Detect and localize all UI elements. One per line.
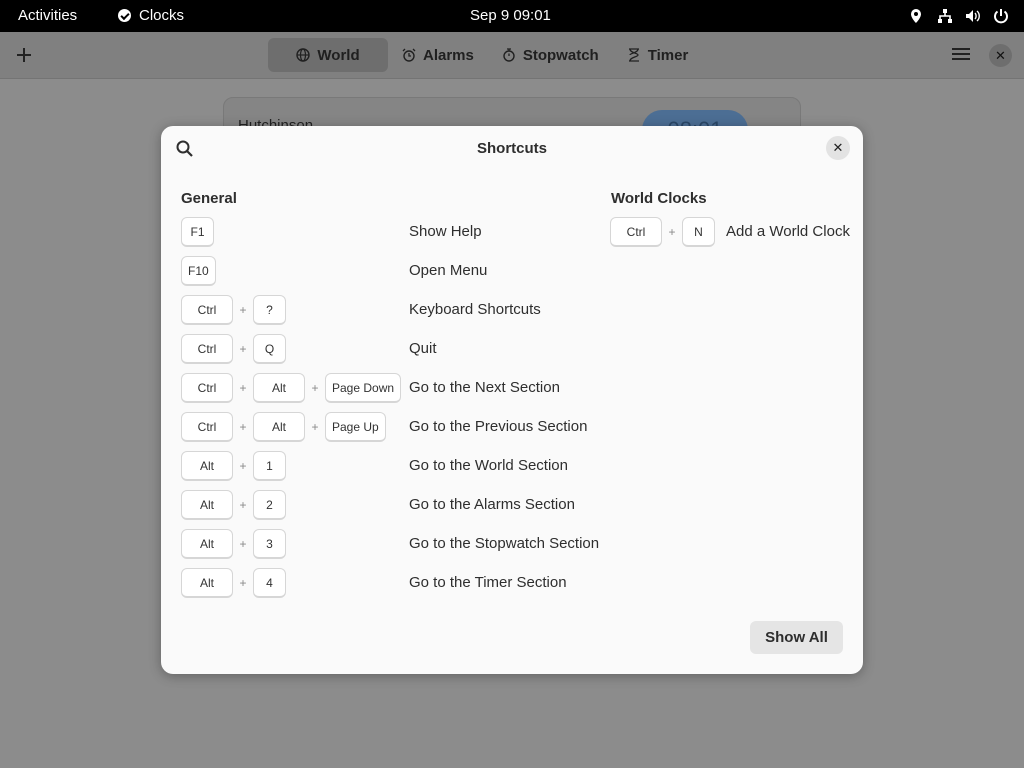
key-plus: + — [239, 303, 247, 317]
tab-timer-label: Timer — [647, 46, 689, 64]
clocks-app-icon — [118, 9, 131, 22]
tab-world-label: World — [317, 46, 360, 64]
view-switcher: World Alarms Stopwatch Timer — [268, 38, 702, 72]
keycap: 3 — [253, 529, 286, 559]
keycap: Alt — [181, 451, 233, 481]
section-general-title: General — [181, 190, 237, 207]
keycap: Ctrl — [181, 412, 233, 442]
tab-world[interactable]: World — [268, 38, 388, 72]
app-header: World Alarms Stopwatch Timer ✕ — [0, 32, 1024, 79]
show-all-button[interactable]: Show All — [750, 621, 843, 654]
dialog-close-button[interactable]: ✕ — [826, 136, 850, 160]
shortcut-row: Ctrl + Alt + Page Up — [181, 412, 386, 442]
location-icon — [909, 8, 924, 24]
shortcut-description: Quit — [409, 340, 437, 357]
keycap: Page Down — [325, 373, 402, 403]
top-bar: Activities Clocks Sep 9 09:01 — [0, 0, 1024, 32]
shortcut-description: Go to the Stopwatch Section — [409, 535, 600, 552]
hamburger-icon — [952, 48, 970, 50]
system-tray[interactable] — [909, 8, 1008, 24]
keycap: ? — [253, 295, 286, 325]
keycap: F10 — [181, 256, 216, 286]
keycap: Page Up — [325, 412, 386, 442]
tab-alarms-label: Alarms — [423, 46, 474, 64]
app-menu[interactable]: Clocks — [118, 7, 184, 24]
app-name: Clocks — [139, 7, 185, 24]
keycap: 2 — [253, 490, 286, 520]
keycap: Alt — [253, 412, 305, 442]
shortcut-row: Ctrl + N — [610, 217, 715, 247]
add-clock-button[interactable] — [12, 43, 36, 67]
keycap: 4 — [253, 568, 286, 598]
globe-icon — [296, 48, 311, 62]
shortcut-row: Ctrl + Q — [181, 334, 286, 364]
hourglass-icon — [628, 48, 639, 62]
network-icon — [937, 8, 952, 24]
shortcut-row: Alt +1 — [181, 451, 286, 481]
keycap: 1 — [253, 451, 286, 481]
key-plus: + — [239, 420, 247, 434]
tab-stopwatch[interactable]: Stopwatch — [488, 38, 613, 72]
keycap: N — [682, 217, 715, 247]
volume-icon — [965, 8, 980, 24]
keycap: Alt — [181, 568, 233, 598]
date-time[interactable]: Sep 9 09:01 — [470, 7, 551, 24]
plus-icon — [17, 48, 31, 62]
power-icon — [993, 8, 1008, 24]
main-menu-button[interactable] — [950, 45, 972, 65]
shortcut-row: F1 — [181, 217, 214, 247]
key-plus: + — [239, 381, 247, 395]
shortcut-description: Keyboard Shortcuts — [409, 301, 541, 318]
keycap: Alt — [181, 529, 233, 559]
shortcut-description: Go to the Previous Section — [409, 418, 588, 435]
tab-alarms[interactable]: Alarms — [388, 38, 488, 72]
key-plus: + — [239, 342, 247, 356]
keycap: Ctrl — [610, 217, 662, 247]
shortcut-description: Open Menu — [409, 262, 488, 279]
shortcut-description: Go to the World Section — [409, 457, 568, 474]
shortcut-row: Alt +4 — [181, 568, 286, 598]
keycap: Ctrl — [181, 373, 233, 403]
key-plus: + — [239, 576, 247, 590]
keycap: Alt — [253, 373, 305, 403]
shortcut-row: Ctrl +? — [181, 295, 286, 325]
close-icon: ✕ — [832, 140, 844, 155]
keycap: Alt — [181, 490, 233, 520]
shortcut-description: Show Help — [409, 223, 482, 240]
shortcut-row: Ctrl + Alt + Page Down — [181, 373, 402, 403]
stopwatch-icon — [503, 48, 515, 62]
shortcut-description: Go to the Timer Section — [409, 574, 567, 591]
section-world-clocks-title: World Clocks — [611, 190, 707, 207]
window-close-button[interactable]: ✕ — [989, 44, 1012, 67]
keycap: Ctrl — [181, 295, 233, 325]
shortcut-description: Go to the Next Section — [409, 379, 560, 396]
tab-stopwatch-label: Stopwatch — [522, 46, 599, 64]
key-plus: + — [311, 381, 319, 395]
shortcut-description: Add a World Clock — [726, 223, 850, 240]
key-plus: + — [239, 498, 247, 512]
keycap: F1 — [181, 217, 214, 247]
dialog-title: Shortcuts — [476, 140, 547, 157]
key-plus: + — [668, 225, 676, 239]
key-plus: + — [239, 459, 247, 473]
alarm-icon — [402, 48, 416, 62]
shortcut-row: F10 — [181, 256, 216, 286]
shortcut-row: Alt +3 — [181, 529, 286, 559]
key-plus: + — [311, 420, 319, 434]
shortcut-row: Alt +2 — [181, 490, 286, 520]
shortcut-description: Go to the Alarms Section — [409, 496, 575, 513]
shortcuts-dialog: Shortcuts ✕ General World Clocks F1 Show … — [161, 126, 863, 674]
keycap: Ctrl — [181, 334, 233, 364]
close-icon: ✕ — [995, 48, 1006, 63]
activities-button[interactable]: Activities — [18, 7, 77, 24]
key-plus: + — [239, 537, 247, 551]
tab-timer[interactable]: Timer — [613, 38, 703, 72]
keycap: Q — [253, 334, 286, 364]
